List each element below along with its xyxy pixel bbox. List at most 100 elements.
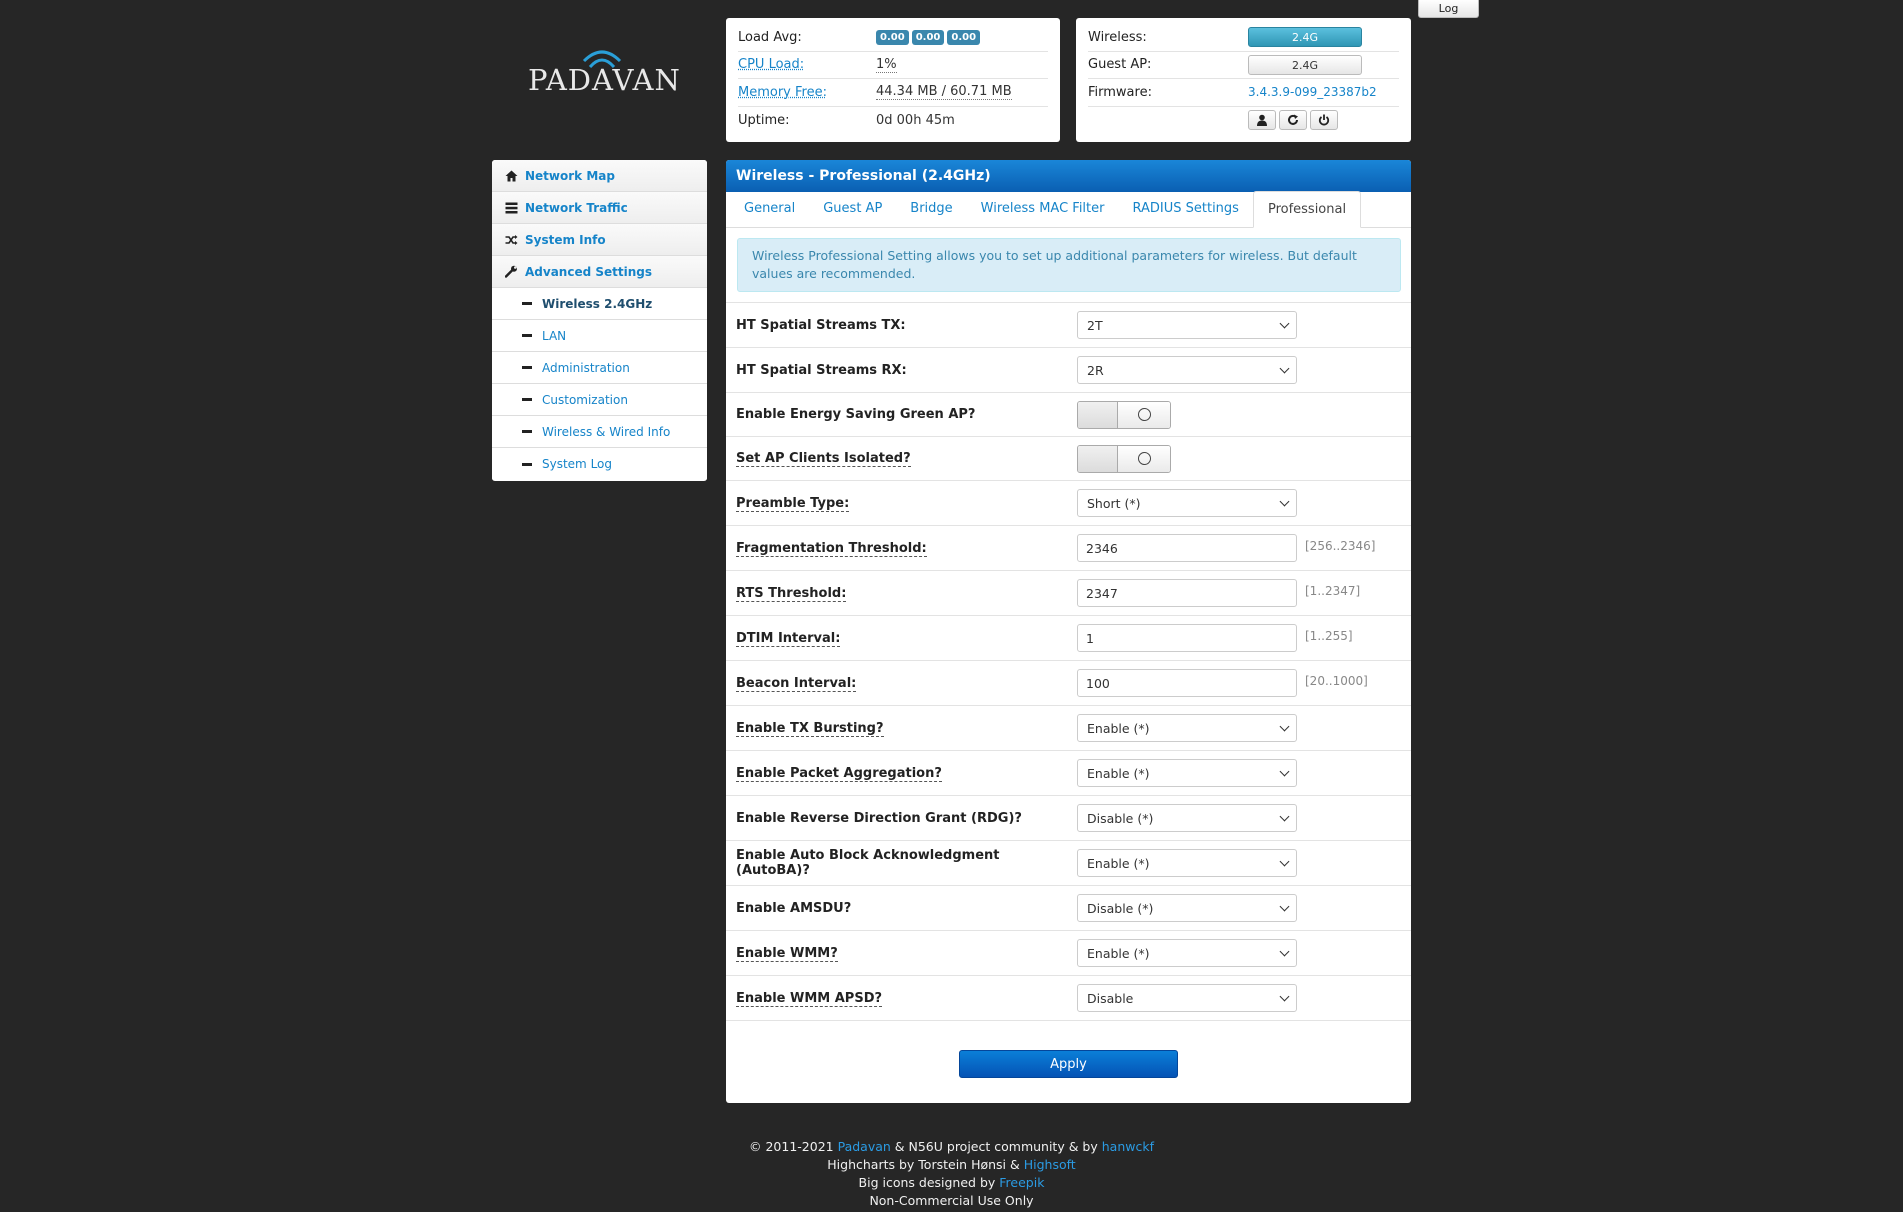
- apply-area: Apply: [726, 1020, 1411, 1103]
- cpu-load-value: 1%: [876, 56, 897, 73]
- chevron-down-icon: [1279, 318, 1290, 328]
- tab-general[interactable]: General: [730, 191, 809, 227]
- wmm-select[interactable]: Enable (*): [1077, 939, 1297, 967]
- tab-wireless-mac-filter[interactable]: Wireless MAC Filter: [967, 191, 1119, 227]
- firmware-label: Firmware:: [1088, 84, 1152, 100]
- packet-aggregation-select[interactable]: Enable (*): [1077, 759, 1297, 787]
- tab-professional[interactable]: Professional: [1252, 191, 1362, 228]
- sidebar-item-advanced-settings[interactable]: Advanced Settings: [492, 256, 707, 288]
- sidebar-subitem-label: Administration: [542, 360, 630, 375]
- green-ap-label: Enable Energy Saving Green AP?: [736, 407, 976, 422]
- sidebar-item-network-map[interactable]: Network Map: [492, 160, 707, 192]
- guest-ap-row: Guest AP: 2.4G: [1088, 52, 1399, 79]
- tab-guest-ap[interactable]: Guest AP: [809, 191, 896, 227]
- wmm-apsd-value: Disable: [1087, 990, 1134, 1006]
- amsdu-select[interactable]: Disable (*): [1077, 894, 1297, 922]
- rdg-select[interactable]: Disable (*): [1077, 804, 1297, 832]
- amsdu-label: Enable AMSDU?: [736, 900, 852, 916]
- home-icon: [504, 169, 518, 183]
- sidebar-subitem-customization[interactable]: Customization: [492, 384, 707, 416]
- wmm-apsd-select[interactable]: Disable: [1077, 984, 1297, 1012]
- footer-license: Non-Commercial Use Only: [869, 1193, 1034, 1208]
- ht-tx-select[interactable]: 2T: [1077, 311, 1297, 339]
- sidebar-subitem-administration[interactable]: Administration: [492, 352, 707, 384]
- dtim-range-hint: [1..255]: [1305, 629, 1353, 643]
- firmware-row: Firmware: 3.4.3.9-099_23387b2: [1088, 79, 1399, 107]
- preamble-select[interactable]: Short (*): [1077, 489, 1297, 517]
- shuffle-icon: [504, 233, 518, 247]
- status-box: Load Avg: 0.00 0.00 0.00 CPU Load: 1% Memo…: [726, 18, 1060, 142]
- ht-rx-select[interactable]: 2R: [1077, 356, 1297, 384]
- tx-bursting-label: Enable TX Bursting?: [736, 720, 884, 737]
- dash-icon: [522, 398, 532, 401]
- highsoft-link[interactable]: Highsoft: [1024, 1157, 1076, 1172]
- preamble-label: Preamble Type:: [736, 495, 850, 512]
- chevron-down-icon: [1279, 721, 1290, 731]
- wrench-icon: [504, 265, 518, 279]
- ap-isolated-toggle[interactable]: [1077, 444, 1171, 473]
- sidebar-subitem-label: LAN: [542, 328, 567, 343]
- autoba-select[interactable]: Enable (*): [1077, 849, 1297, 877]
- fragmentation-input[interactable]: 2346: [1077, 534, 1297, 562]
- sidebar-subitem-label: Customization: [542, 392, 628, 407]
- cpu-load-link[interactable]: CPU Load:: [738, 57, 876, 72]
- tx-bursting-row: Enable TX Bursting? Enable (*): [726, 705, 1411, 750]
- tx-bursting-value: Enable (*): [1087, 720, 1150, 736]
- firmware-version-link[interactable]: 3.4.3.9-099_23387b2: [1248, 85, 1377, 99]
- sidebar-subitem-lan[interactable]: LAN: [492, 320, 707, 352]
- sidebar-item-system-info[interactable]: System Info: [492, 224, 707, 256]
- wmm-value: Enable (*): [1087, 945, 1150, 961]
- memory-free-link[interactable]: Memory Free:: [738, 85, 876, 100]
- reboot-button[interactable]: [1279, 110, 1307, 131]
- log-button[interactable]: Log: [1418, 0, 1479, 18]
- guest-ap-24g-button[interactable]: 2.4G: [1248, 54, 1362, 75]
- packet-aggregation-label: Enable Packet Aggregation?: [736, 765, 942, 782]
- rdg-row: Enable Reverse Direction Grant (RDG)? Di…: [726, 795, 1411, 840]
- sidebar-subitem-wireless-wired-info[interactable]: Wireless & Wired Info: [492, 416, 707, 448]
- freepik-link[interactable]: Freepik: [999, 1175, 1044, 1190]
- fragmentation-row: Fragmentation Threshold: 2346 [256..2346…: [726, 525, 1411, 570]
- amsdu-value: Disable (*): [1087, 900, 1154, 916]
- page-title: Wireless - Professional (2.4GHz): [726, 160, 1411, 192]
- chevron-down-icon: [1279, 766, 1290, 776]
- dash-icon: [522, 462, 532, 466]
- user-button[interactable]: [1248, 110, 1276, 131]
- fragmentation-range-hint: [256..2346]: [1305, 539, 1376, 553]
- tx-bursting-select[interactable]: Enable (*): [1077, 714, 1297, 742]
- memory-row: Memory Free: 44.34 MB / 60.71 MB: [738, 79, 1048, 107]
- padavan-logo: PADAVAN: [528, 45, 680, 110]
- tab-bridge[interactable]: Bridge: [896, 191, 966, 227]
- wireless-24g-button[interactable]: 2.4G: [1248, 27, 1362, 48]
- green-ap-row: Enable Energy Saving Green AP?: [726, 392, 1411, 436]
- sidebar-item-label: Network Map: [525, 168, 615, 183]
- uptime-label: Uptime:: [738, 112, 790, 128]
- sidebar-subitem-wireless-24ghz[interactable]: Wireless 2.4GHz: [492, 288, 707, 320]
- dtim-row: DTIM Interval: 1 [1..255]: [726, 615, 1411, 660]
- hanwckf-link[interactable]: hanwckf: [1102, 1139, 1154, 1154]
- beacon-row: Beacon Interval: 100 [20..1000]: [726, 660, 1411, 705]
- footer-icons-credit: Big icons designed by Freepik: [858, 1175, 1045, 1190]
- chevron-down-icon: [1279, 856, 1290, 866]
- tab-radius-settings[interactable]: RADIUS Settings: [1118, 191, 1252, 227]
- rts-input[interactable]: 2347: [1077, 579, 1297, 607]
- refresh-icon: [1288, 114, 1298, 126]
- padavan-link[interactable]: Padavan: [838, 1139, 891, 1154]
- sidebar: Network Map Network Traffic System Info …: [492, 160, 707, 481]
- preamble-row: Preamble Type: Short (*): [726, 480, 1411, 525]
- dash-icon: [522, 334, 532, 337]
- dash-icon: [522, 430, 532, 433]
- toggle-off-icon: [1137, 452, 1151, 465]
- sidebar-item-label: Network Traffic: [525, 200, 628, 215]
- apply-button[interactable]: Apply: [959, 1050, 1178, 1078]
- sidebar-item-network-traffic[interactable]: Network Traffic: [492, 192, 707, 224]
- fragmentation-label: Fragmentation Threshold:: [736, 540, 927, 557]
- sidebar-subitem-system-log[interactable]: System Log: [492, 448, 707, 480]
- sidebar-subitem-label: System Log: [542, 457, 612, 471]
- wmm-apsd-label: Enable WMM APSD?: [736, 990, 883, 1007]
- green-ap-toggle[interactable]: [1077, 400, 1171, 429]
- amsdu-row: Enable AMSDU? Disable (*): [726, 885, 1411, 930]
- beacon-input[interactable]: 100: [1077, 669, 1297, 697]
- power-button[interactable]: [1310, 110, 1338, 131]
- dtim-input[interactable]: 1: [1077, 624, 1297, 652]
- sidebar-item-label: System Info: [525, 232, 606, 247]
